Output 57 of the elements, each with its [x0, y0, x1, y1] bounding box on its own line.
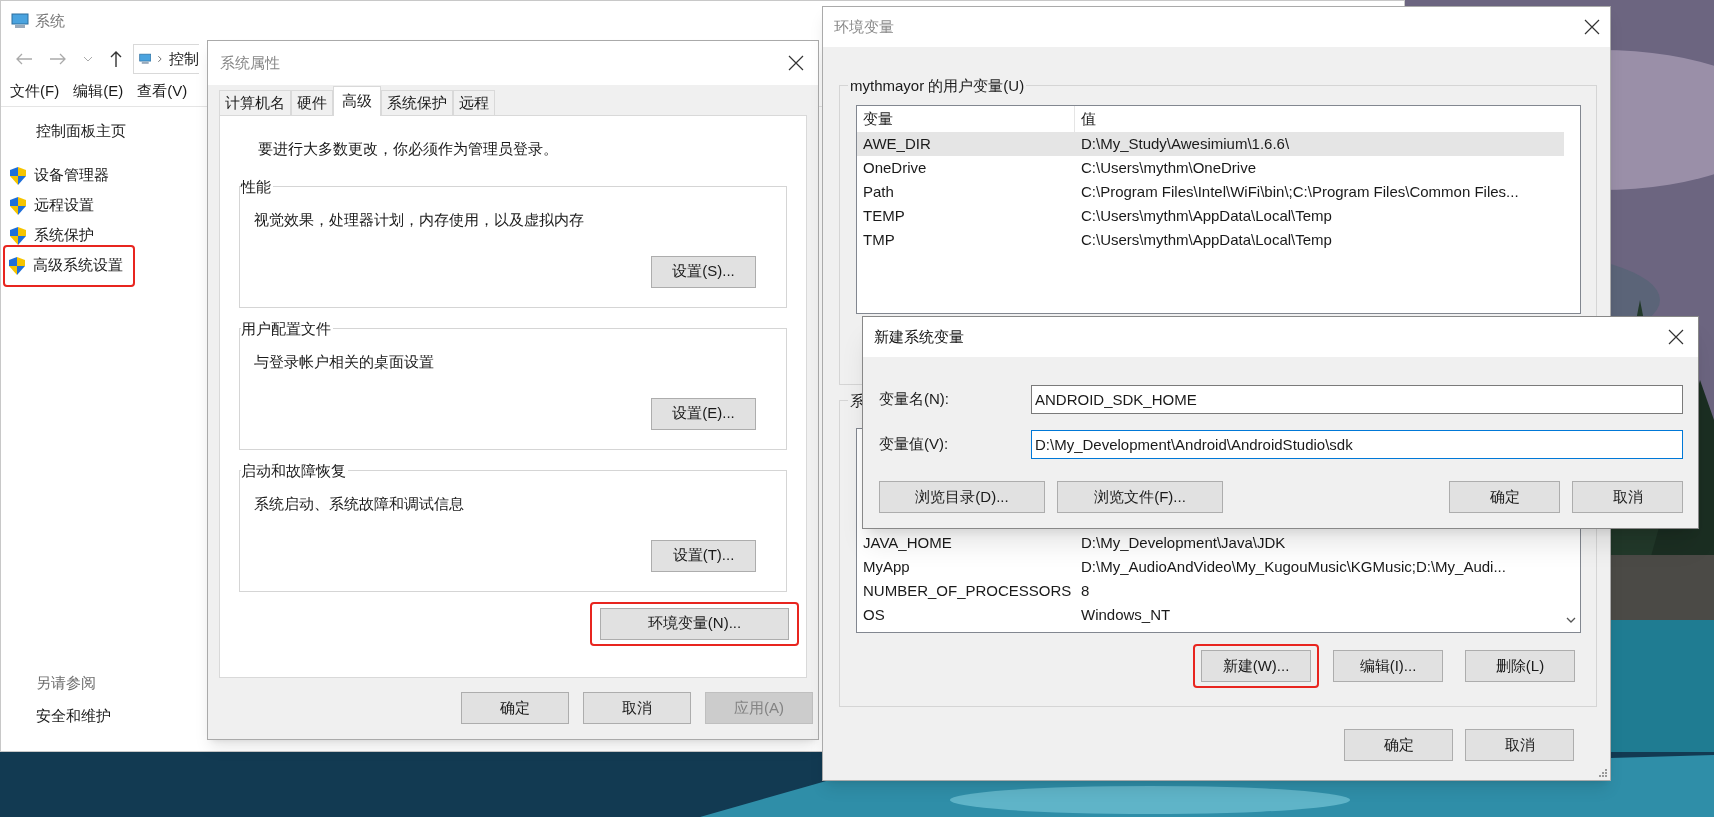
- resize-grip-icon[interactable]: [1598, 768, 1608, 778]
- dialog-button[interactable]: 确定: [461, 692, 569, 724]
- menu-item[interactable]: 编辑(E): [73, 80, 124, 103]
- dialog-button[interactable]: 取消: [1572, 481, 1683, 513]
- column-header[interactable]: 值: [1075, 106, 1580, 132]
- close-icon[interactable]: [1584, 19, 1600, 35]
- sidebar-link[interactable]: 设备管理器: [7, 160, 121, 191]
- close-icon[interactable]: [788, 55, 804, 71]
- scroll-down-icon[interactable]: [1566, 617, 1576, 624]
- computer-icon: [139, 51, 152, 67]
- table-row[interactable]: AWE_DIR D:\My_Study\Awesimium\1.6.6\: [857, 132, 1564, 156]
- tab[interactable]: 硬件: [291, 90, 333, 115]
- sidebar-link[interactable]: 远程设置: [7, 190, 106, 221]
- dialog-button[interactable]: 取消: [1465, 729, 1574, 761]
- settings-button[interactable]: 设置(E)...: [651, 397, 756, 430]
- description-text: 视觉效果，处理器计划，内存使用，以及虚拟内存: [254, 209, 585, 230]
- dialog-button[interactable]: 新建(W)...: [1201, 650, 1311, 682]
- tab[interactable]: 系统保护: [381, 90, 453, 115]
- description-text: 与登录帐户相关的桌面设置: [254, 351, 435, 372]
- sidebar-link[interactable]: 安全和维护: [36, 704, 111, 727]
- close-icon[interactable]: [1668, 329, 1684, 345]
- field-label: 变量值(V):: [879, 434, 950, 455]
- dialog-button[interactable]: 确定: [1344, 729, 1453, 761]
- tab[interactable]: 高级: [333, 86, 381, 116]
- chevron-right-icon: [157, 54, 163, 64]
- section-heading: 另请参阅: [36, 673, 96, 693]
- instruction-text: 要进行大多数更改，你必须作为管理员登录。: [257, 139, 559, 159]
- browse-button[interactable]: 浏览目录(D)...: [879, 481, 1045, 513]
- dialog-button[interactable]: 确定: [1449, 481, 1560, 513]
- settings-button[interactable]: 设置(T)...: [651, 539, 756, 572]
- menu-item[interactable]: 查看(V): [137, 80, 188, 103]
- shield-icon: [9, 256, 25, 275]
- tab[interactable]: 计算机名: [219, 90, 291, 115]
- settings-button[interactable]: 设置(S)...: [651, 255, 756, 288]
- environment-variables-button[interactable]: 环境变量(N)...: [600, 607, 789, 640]
- computer-icon: [11, 13, 29, 29]
- dialog-title: 系统属性: [220, 52, 280, 73]
- address-bar[interactable]: 控制: [133, 44, 199, 74]
- dialog-button[interactable]: 删除(L): [1465, 650, 1575, 682]
- window-title: 系统: [35, 10, 65, 31]
- description-text: 系统启动、系统故障和调试信息: [254, 493, 465, 514]
- browse-button[interactable]: 浏览文件(F)...: [1057, 481, 1223, 513]
- field-label: 变量名(N):: [879, 389, 950, 410]
- sidebar-link[interactable]: 控制面板主页: [36, 120, 126, 143]
- dialog-title: 新建系统变量: [874, 326, 964, 347]
- dialog-button[interactable]: 取消: [583, 692, 691, 724]
- tab[interactable]: 远程: [453, 90, 495, 115]
- shield-icon: [10, 166, 26, 185]
- menu-item[interactable]: 文件(F): [10, 80, 60, 103]
- shield-icon: [10, 226, 26, 245]
- dialog-title: 环境变量: [834, 16, 894, 37]
- dialog-button[interactable]: 编辑(I)...: [1333, 650, 1443, 682]
- input-field[interactable]: ANDROID_SDK_HOME: [1031, 385, 1683, 414]
- shield-icon: [10, 196, 26, 215]
- sidebar-link[interactable]: 高级系统设置: [3, 244, 135, 287]
- input-field[interactable]: D:\My_Development\Android\AndroidStudio\sdk: [1031, 430, 1683, 459]
- up-arrow-icon[interactable]: [109, 50, 123, 68]
